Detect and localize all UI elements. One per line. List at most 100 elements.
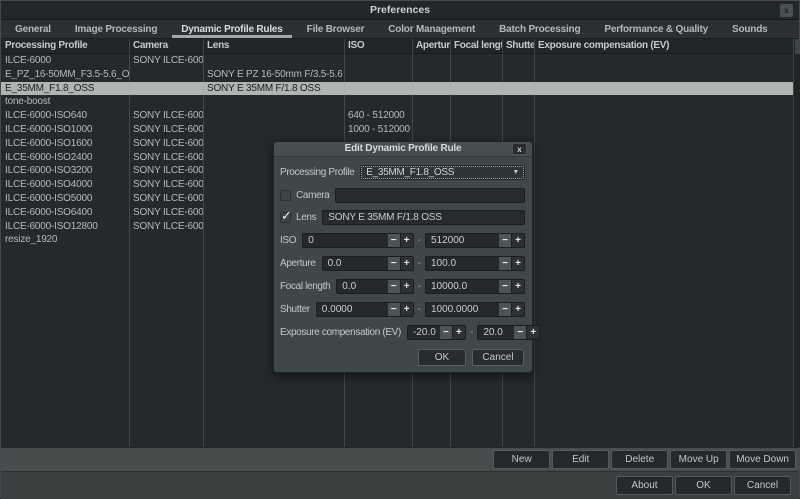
tab-label: Batch Processing (499, 24, 580, 35)
plus-icon[interactable]: + (401, 256, 414, 271)
cell-shutter (502, 54, 534, 68)
minus-icon[interactable]: − (514, 325, 527, 340)
cell-exposure-compensation (534, 178, 793, 192)
range-max-input[interactable]: 10000.0 (425, 279, 499, 294)
minus-icon[interactable]: − (440, 325, 453, 340)
range-min-spinner: -20.0 − + (407, 325, 466, 340)
range-separator: - (418, 281, 421, 292)
tab-performance-quality[interactable]: Performance & Quality (592, 20, 720, 38)
table-row[interactable]: ILCE-6000-ISO640 SONY ILCE-6000 640 - 51… (1, 109, 793, 123)
edit-button[interactable]: Edit (552, 450, 609, 469)
cell-exposure-compensation (534, 206, 793, 220)
camera-input[interactable] (335, 188, 525, 203)
dialog-body: Processing Profile E_35MM_F1.8_OSS ▼ Cam… (274, 157, 532, 372)
plus-icon[interactable]: + (512, 302, 525, 317)
range-max-spinner: 1000.0000 − + (425, 302, 525, 317)
plus-icon[interactable]: + (401, 279, 414, 294)
table-header-row: Processing ProfileCameraLensISOApertureF… (1, 39, 793, 54)
minus-icon[interactable]: − (499, 279, 512, 294)
minus-icon[interactable]: − (388, 279, 401, 294)
chevron-down-icon: ▼ (512, 169, 519, 177)
range-separator: - (418, 235, 421, 246)
vertical-scrollbar[interactable] (793, 39, 800, 447)
range-max-input[interactable]: 512000 (425, 233, 499, 248)
range-min-input[interactable]: 0.0 (322, 256, 388, 271)
minus-icon[interactable]: − (388, 302, 401, 317)
table-header-cell[interactable]: Aperture (412, 39, 450, 53)
cancel-button[interactable]: Cancel (734, 476, 791, 495)
new-button[interactable]: New (493, 450, 550, 469)
table-row[interactable]: ILCE-6000 SONY ILCE-6000 (1, 54, 793, 68)
range-max-input[interactable]: 100.0 (425, 256, 499, 271)
cell-processing-profile: ILCE-6000-ISO2400 (1, 151, 129, 165)
lens-input[interactable]: SONY E 35MM F/1.8 OSS (322, 210, 525, 225)
dialog-ok-button[interactable]: OK (418, 349, 466, 366)
table-row[interactable]: E_PZ_16-50MM_F3.5-5.6_OSS SONY E PZ 16-5… (1, 68, 793, 82)
range-min-spinner: 0.0 − + (336, 279, 413, 294)
ok-button[interactable]: OK (675, 476, 732, 495)
tab-batch-processing[interactable]: Batch Processing (487, 20, 592, 38)
cell-processing-profile: tone-boost (1, 95, 129, 109)
dialog-close-icon[interactable]: x (512, 143, 527, 155)
range-label: Aperture (280, 258, 316, 269)
move-up-button[interactable]: Move Up (670, 450, 727, 469)
move-down-button[interactable]: Move Down (729, 450, 796, 469)
table-header-cell[interactable]: Exposure compensation (EV) (534, 39, 793, 53)
tab-file-browser[interactable]: File Browser (295, 20, 377, 38)
table-row[interactable]: ILCE-6000-ISO1000 SONY ILCE-6000 1000 - … (1, 123, 793, 137)
range-max-spinner: 100.0 − + (425, 256, 525, 271)
table-header-cell[interactable]: Lens (203, 39, 344, 53)
table-header-cell[interactable]: Focal length (450, 39, 502, 53)
dialog-title: Edit Dynamic Profile Rule (274, 143, 532, 154)
cell-camera: SONY ILCE-6000 (129, 192, 203, 206)
minus-icon[interactable]: − (388, 256, 401, 271)
range-max-input[interactable]: 20.0 (477, 325, 514, 340)
cell-camera: SONY ILCE-6000 (129, 54, 203, 68)
tab-image-processing[interactable]: Image Processing (63, 20, 169, 38)
cell-aperture (412, 68, 450, 82)
cell-iso (344, 95, 412, 109)
plus-icon[interactable]: + (401, 302, 414, 317)
cell-processing-profile: E_PZ_16-50MM_F3.5-5.6_OSS (1, 68, 129, 82)
minus-icon[interactable]: − (388, 233, 401, 248)
table-row[interactable]: tone-boost (1, 95, 793, 109)
range-min-input[interactable]: 0.0000 (316, 302, 388, 317)
plus-icon[interactable]: + (512, 279, 525, 294)
cell-shutter (502, 123, 534, 137)
delete-button[interactable]: Delete (611, 450, 668, 469)
tab-color-management[interactable]: Color Management (376, 20, 487, 38)
plus-icon[interactable]: + (453, 325, 466, 340)
plus-icon[interactable]: + (512, 233, 525, 248)
minus-icon[interactable]: − (499, 302, 512, 317)
cell-camera: SONY ILCE-6000 (129, 123, 203, 137)
tab-sounds[interactable]: Sounds (720, 20, 779, 38)
plus-icon[interactable]: + (527, 325, 540, 340)
table-header-cell[interactable]: Processing Profile (1, 39, 129, 53)
camera-checkbox[interactable] (280, 190, 291, 201)
range-min-input[interactable]: -20.0 (407, 325, 440, 340)
cell-processing-profile: ILCE-6000 (1, 54, 129, 68)
lens-checkbox[interactable]: ✓ (280, 212, 291, 223)
tab-dynamic-profile-rules[interactable]: Dynamic Profile Rules (169, 20, 294, 38)
minus-icon[interactable]: − (499, 233, 512, 248)
tab-general[interactable]: General (3, 20, 63, 38)
cell-camera (129, 233, 203, 247)
range-min-input[interactable]: 0 (302, 233, 387, 248)
window-title: Preferences (1, 4, 799, 16)
range-rows-container: ISO 0 − + - 512000 − + Aperture 0.0 − + … (280, 233, 525, 340)
table-row[interactable]: E_35MM_F1.8_OSS SONY E 35MM F/1.8 OSS (1, 82, 793, 96)
plus-icon[interactable]: + (512, 256, 525, 271)
table-header-cell[interactable]: Camera (129, 39, 203, 53)
minus-icon[interactable]: − (499, 256, 512, 271)
about-button[interactable]: About (616, 476, 673, 495)
range-max-input[interactable]: 1000.0000 (425, 302, 499, 317)
processing-profile-dropdown[interactable]: E_35MM_F1.8_OSS ▼ (360, 165, 525, 180)
range-min-spinner: 0 − + (302, 233, 413, 248)
range-separator: - (418, 258, 421, 269)
plus-icon[interactable]: + (401, 233, 414, 248)
dialog-cancel-button[interactable]: Cancel (472, 349, 524, 366)
range-min-input[interactable]: 0.0 (336, 279, 387, 294)
table-header-cell[interactable]: Shutter (502, 39, 534, 53)
window-close-icon[interactable]: x (780, 4, 793, 17)
table-header-cell[interactable]: ISO (344, 39, 412, 53)
